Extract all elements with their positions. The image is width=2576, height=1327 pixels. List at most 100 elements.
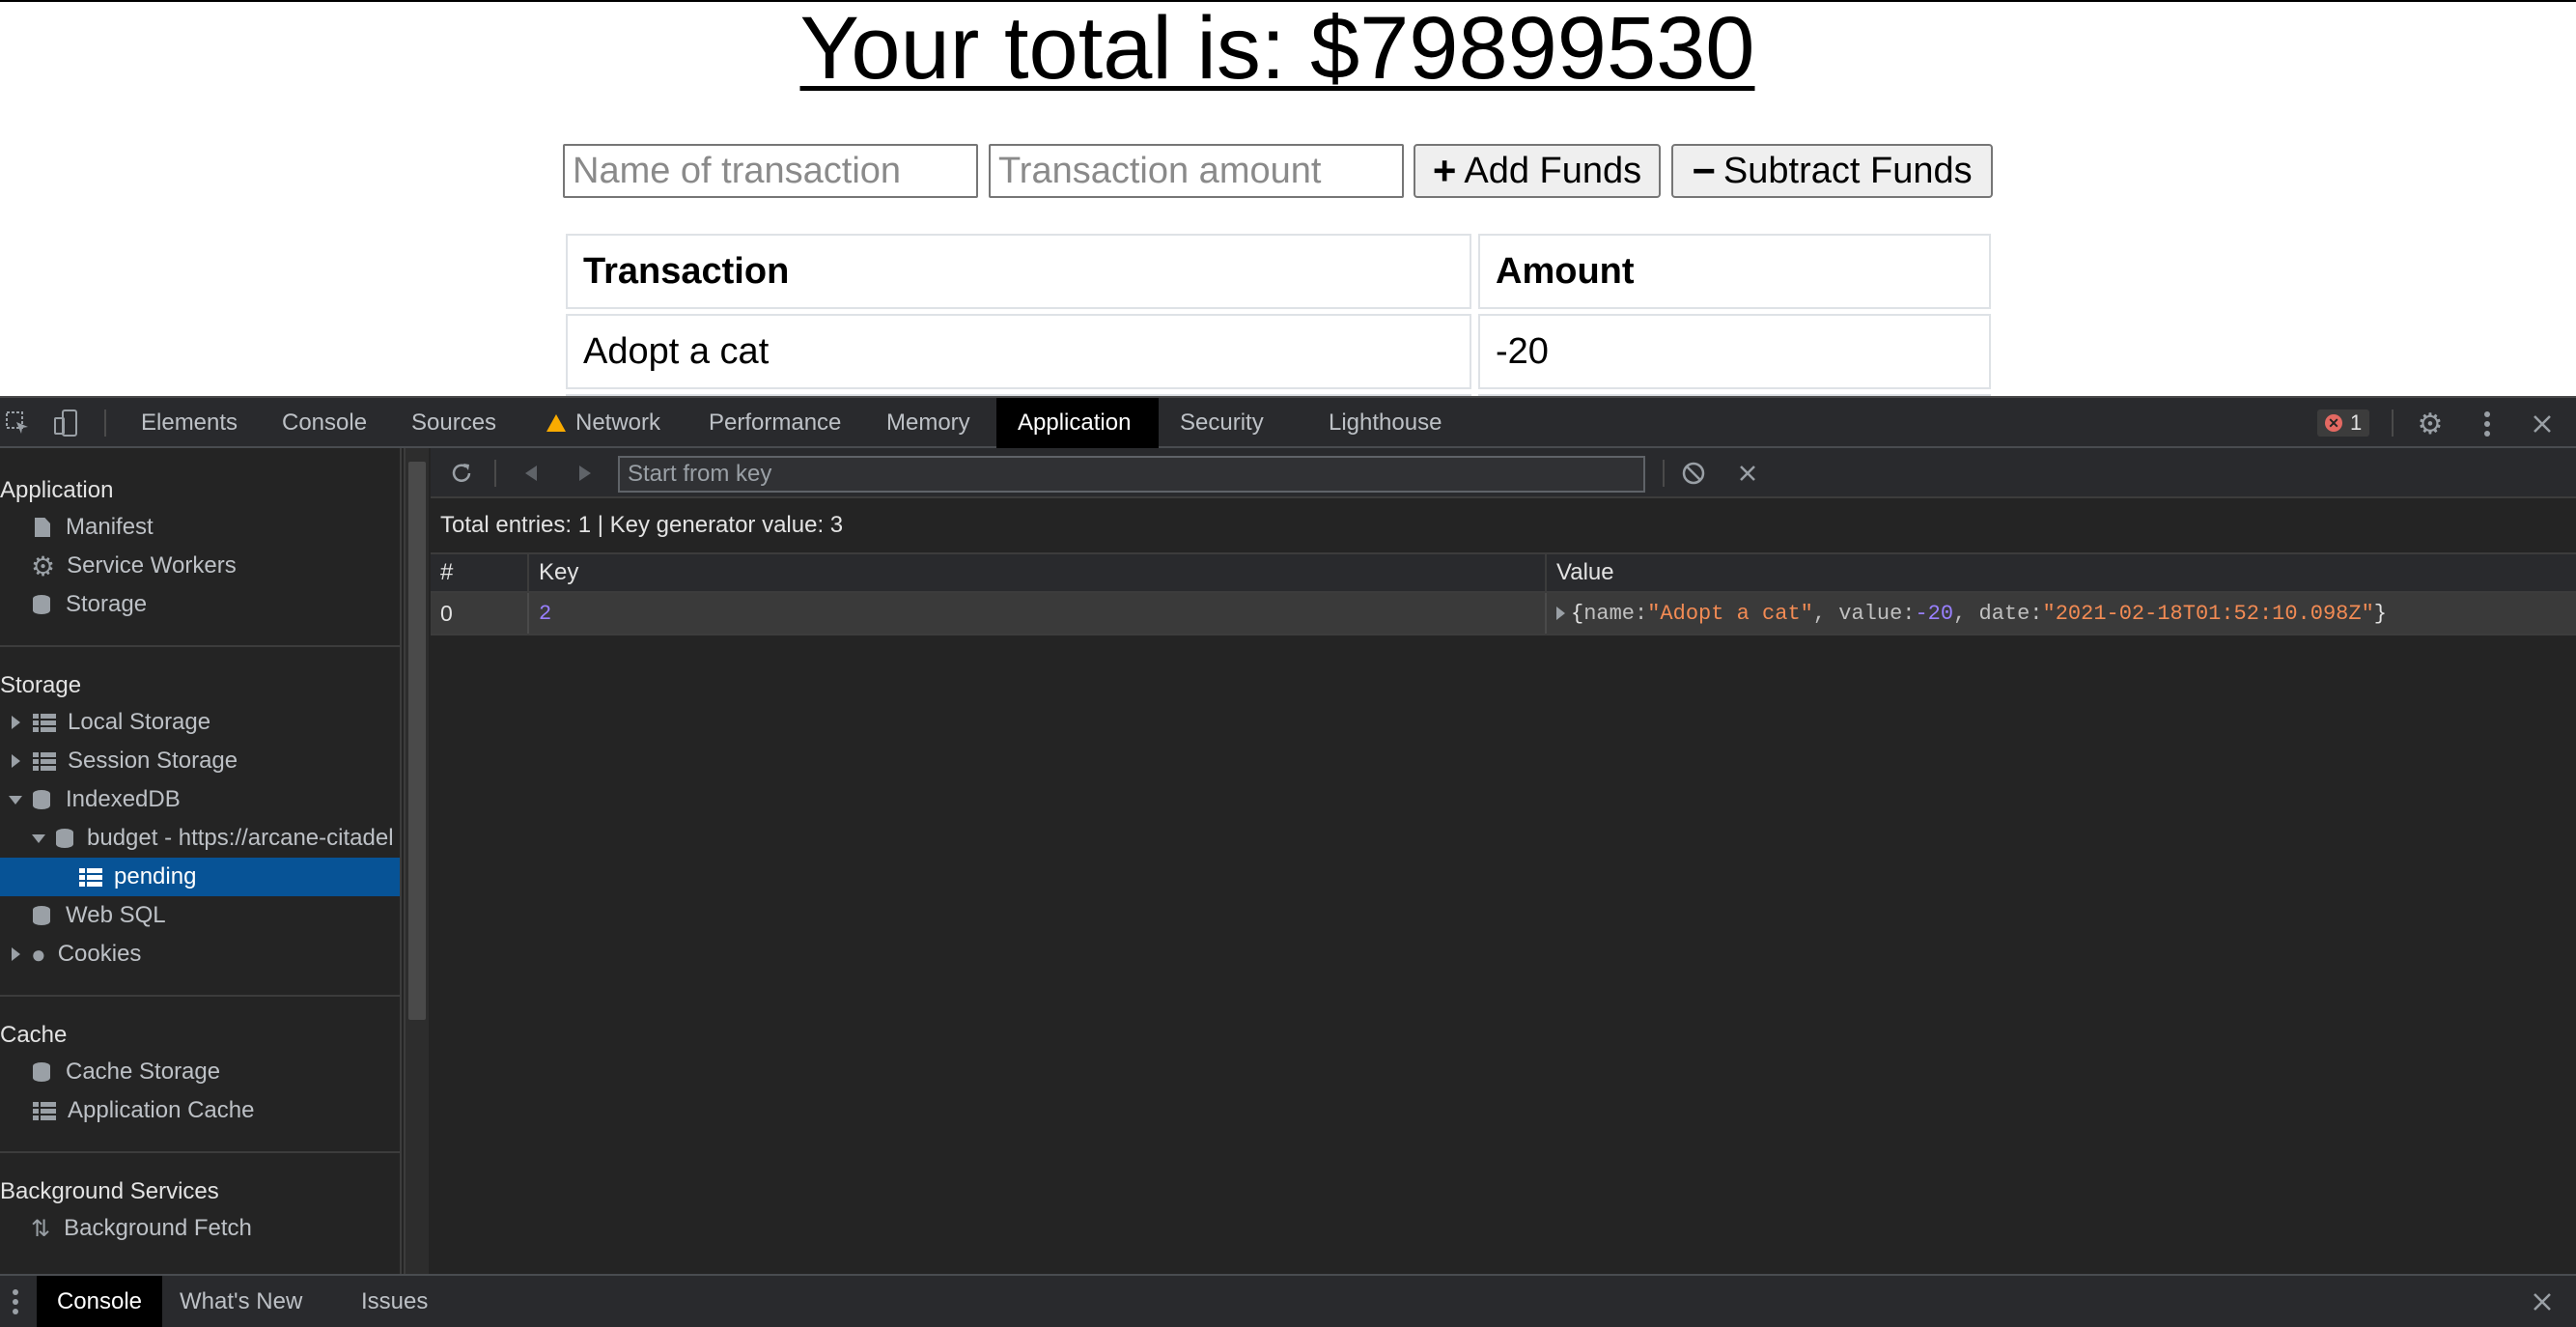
drawer-menu-icon[interactable] xyxy=(6,1287,25,1316)
tab-memory[interactable]: Memory xyxy=(865,398,992,448)
sidebar-item-label: Local Storage xyxy=(68,709,211,735)
sidebar-item-application-cache[interactable]: Application Cache xyxy=(0,1091,400,1130)
sidebar-item-label: IndexedDB xyxy=(66,786,181,812)
sidebar-item-cache-storage[interactable]: Cache Storage xyxy=(0,1053,400,1091)
plus-icon: + xyxy=(1432,148,1457,193)
sidebar-item-label: Web SQL xyxy=(66,902,166,928)
sidebar-item-label: Service Workers xyxy=(67,552,237,579)
transaction-amount-input[interactable] xyxy=(989,144,1404,198)
value-name-prop: name: xyxy=(1583,601,1648,626)
add-funds-button[interactable]: + Add Funds xyxy=(1414,144,1661,198)
device-toolbar-icon[interactable] xyxy=(52,408,81,438)
toolbar-divider xyxy=(2392,409,2394,437)
value-name: "Adopt a cat" xyxy=(1647,601,1813,626)
sidebar-section-application: Application xyxy=(0,477,114,503)
tab-lighthouse[interactable]: Lighthouse xyxy=(1307,398,1463,448)
toolbar-divider xyxy=(1663,460,1665,487)
value-date-prop: , date: xyxy=(1953,601,2043,626)
sidebar-item-label: Cookies xyxy=(57,941,142,967)
sidebar-item-service-workers[interactable]: ⚙ Service Workers xyxy=(0,547,400,585)
sidebar-item-indexeddb[interactable]: IndexedDB xyxy=(0,780,400,819)
table-cell-amount: -20 xyxy=(1478,314,1991,389)
up-down-arrows-icon: ⇅ xyxy=(31,1215,51,1242)
sidebar-item-label: Session Storage xyxy=(68,748,238,774)
database-icon xyxy=(56,829,73,848)
value-date: "2021-02-18T01:52:10.098Z" xyxy=(2042,601,2374,626)
tab-application[interactable]: Application xyxy=(996,398,1159,448)
sidebar-section-storage: Storage xyxy=(0,672,82,698)
collapse-arrow-icon[interactable] xyxy=(32,834,45,843)
row-value[interactable]: { name: "Adopt a cat" , value: -20 , dat… xyxy=(1547,593,2576,634)
drawer-tab-whats-new[interactable]: What's New xyxy=(162,1276,320,1327)
table-cell-transaction: Adopt a cat xyxy=(566,314,1471,389)
clear-object-store-icon[interactable] xyxy=(1678,458,1709,489)
devtools-drawer: Console What's New Issues xyxy=(0,1274,2576,1327)
sidebar-item-manifest[interactable]: Manifest xyxy=(0,508,400,547)
sidebar-item-local-storage[interactable]: Local Storage xyxy=(0,703,400,742)
close-devtools-icon[interactable] xyxy=(2528,409,2557,438)
close-drawer-icon[interactable] xyxy=(2528,1287,2557,1316)
delete-selected-icon[interactable] xyxy=(1732,458,1763,489)
error-count-badge[interactable]: ✕ 1 xyxy=(2317,409,2370,437)
drawer-tab-issues[interactable]: Issues xyxy=(344,1276,445,1327)
sidebar-item-label: Manifest xyxy=(66,514,154,540)
sidebar-item-background-fetch[interactable]: ⇅ Background Fetch xyxy=(0,1209,400,1248)
previous-page-icon[interactable] xyxy=(521,462,541,485)
expand-arrow-icon[interactable] xyxy=(12,754,20,768)
error-icon: ✕ xyxy=(2325,414,2342,432)
sidebar-item-storage-overview[interactable]: Storage xyxy=(0,585,400,624)
sidebar-item-cookies[interactable]: ● Cookies xyxy=(0,935,400,974)
next-page-icon[interactable] xyxy=(575,462,595,485)
toolbar-divider xyxy=(104,409,106,437)
tab-console[interactable]: Console xyxy=(261,398,388,448)
cookie-icon: ● xyxy=(31,939,46,969)
collapse-arrow-icon[interactable] xyxy=(9,796,22,805)
inspect-element-icon[interactable] xyxy=(4,409,31,437)
sidebar-item-session-storage[interactable]: Session Storage xyxy=(0,742,400,780)
app-page: Your total is: $79899530 + Add Funds − S… xyxy=(0,0,2576,396)
sidebar-vertical-scrollbar[interactable] xyxy=(404,448,429,1274)
tab-security[interactable]: Security xyxy=(1159,398,1285,448)
expand-object-icon[interactable] xyxy=(1556,607,1565,620)
tab-elements[interactable]: Elements xyxy=(120,398,259,448)
warning-icon xyxy=(546,414,566,432)
sidebar-divider xyxy=(0,995,400,997)
transaction-name-input[interactable] xyxy=(563,144,978,198)
start-from-key-input[interactable] xyxy=(618,456,1645,493)
refresh-icon[interactable] xyxy=(446,458,477,489)
column-header-index[interactable]: # xyxy=(431,554,529,591)
subtract-funds-label: Subtract Funds xyxy=(1722,150,1973,191)
expand-arrow-icon[interactable] xyxy=(12,947,20,961)
value-brace-close: } xyxy=(2373,601,2387,626)
scrollbar-thumb[interactable] xyxy=(408,462,426,1020)
table-row[interactable]: 0 2 { name: "Adopt a cat" , value: -20 ,… xyxy=(431,593,2576,635)
tab-performance[interactable]: Performance xyxy=(687,398,862,448)
sidebar-item-web-sql[interactable]: Web SQL xyxy=(0,896,400,935)
gear-icon: ⚙ xyxy=(31,551,56,581)
tab-network-label: Network xyxy=(575,409,661,436)
value-value-prop: , value: xyxy=(1812,601,1916,626)
row-key: 2 xyxy=(529,593,1547,634)
error-count: 1 xyxy=(2350,410,2363,435)
application-sidebar: Application Manifest ⚙ Service Workers S… xyxy=(0,448,402,1274)
sidebar-item-label: Application Cache xyxy=(68,1097,255,1123)
devtools-tabbar: Elements Console Sources Network Perform… xyxy=(0,396,2576,448)
toolbar-divider xyxy=(494,460,496,487)
indexeddb-store-view: Total entries: 1 | Key generator value: … xyxy=(431,448,2576,1274)
table-icon xyxy=(33,713,56,732)
drawer-tab-console[interactable]: Console xyxy=(37,1276,162,1327)
table-header-amount: Amount xyxy=(1478,234,1991,309)
subtract-funds-button[interactable]: − Subtract Funds xyxy=(1671,144,1993,198)
tab-sources[interactable]: Sources xyxy=(390,398,518,448)
sidebar-item-pending[interactable]: pending xyxy=(0,858,400,896)
more-options-icon[interactable] xyxy=(2478,409,2497,438)
column-header-key[interactable]: Key xyxy=(529,554,1547,591)
expand-arrow-icon[interactable] xyxy=(12,716,20,729)
sidebar-section-background-services: Background Services xyxy=(0,1178,219,1204)
sidebar-item-label: Storage xyxy=(66,591,148,617)
tab-network[interactable]: Network xyxy=(525,398,682,448)
store-toolbar xyxy=(431,448,2576,498)
sidebar-item-budget-db[interactable]: budget - https://arcane-citadel xyxy=(0,819,400,858)
settings-gear-icon[interactable]: ⚙ xyxy=(2416,409,2445,440)
column-header-value[interactable]: Value xyxy=(1547,554,2576,591)
